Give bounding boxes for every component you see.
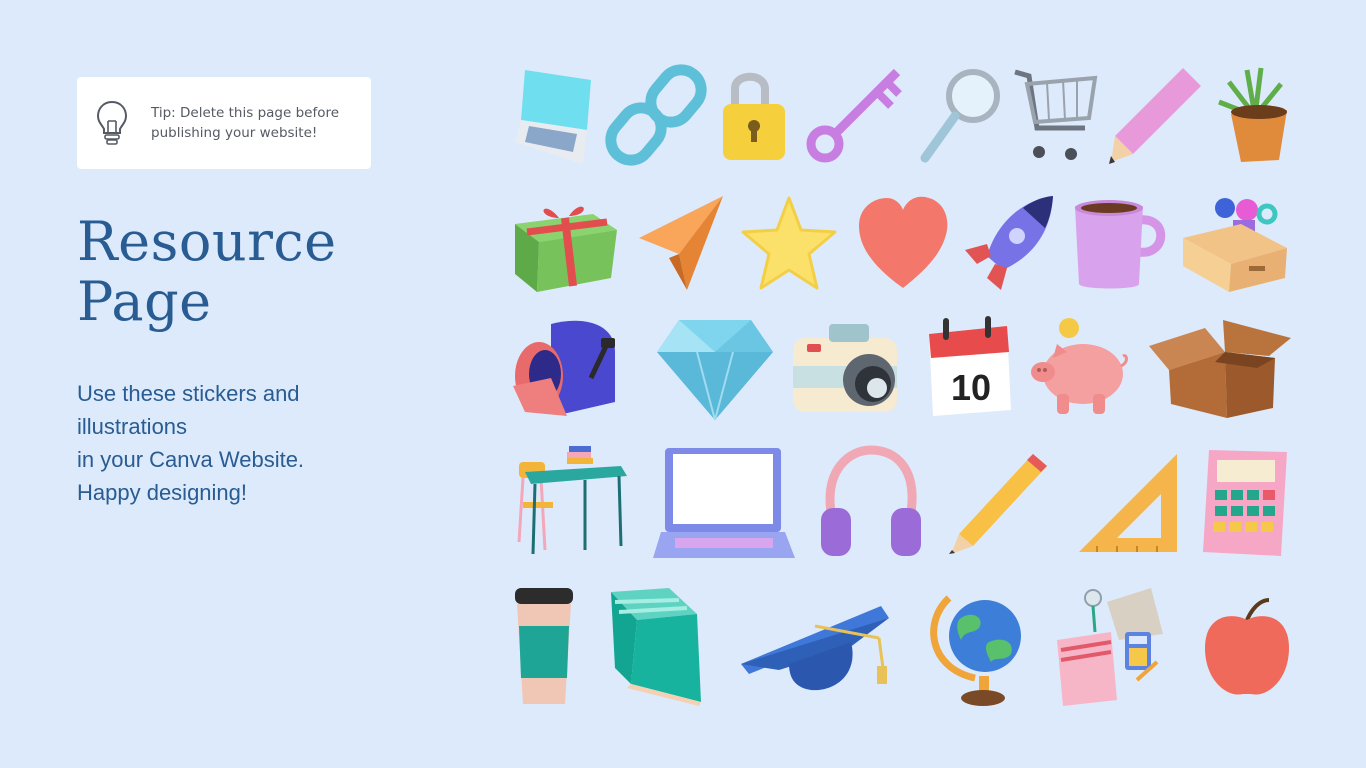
heart-icon[interactable]	[857, 196, 949, 292]
laptop-icon[interactable]	[513, 68, 593, 164]
laptop-open-icon[interactable]	[653, 446, 795, 558]
mailbox-icon[interactable]	[511, 316, 619, 420]
headphones-icon[interactable]	[819, 445, 923, 558]
tip-line-2: publishing your website!	[151, 125, 318, 141]
chain-link-icon[interactable]	[605, 64, 707, 166]
shopping-cart-icon[interactable]	[1013, 66, 1098, 162]
star-icon[interactable]	[741, 196, 837, 292]
magnifying-glass-icon[interactable]	[919, 66, 1001, 163]
potted-plant-icon[interactable]	[1217, 66, 1293, 164]
tip-line-1: Tip: Delete this page before	[151, 105, 340, 121]
set-square-ruler-icon[interactable]	[1077, 452, 1179, 554]
open-box-with-shapes-icon[interactable]	[1181, 196, 1289, 292]
globe-icon[interactable]	[929, 588, 1025, 706]
mug-icon[interactable]	[1073, 196, 1166, 292]
pencil-icon-yellow[interactable]	[949, 452, 1049, 554]
key-icon[interactable]	[805, 66, 905, 166]
calendar-day: 10	[951, 367, 991, 408]
page-description: Use these stickers and illustrations in …	[77, 377, 377, 509]
calculator-icon[interactable]	[1201, 448, 1289, 558]
lightbulb-icon	[95, 99, 129, 147]
description-line-3: in your Canva Website.	[77, 447, 305, 472]
description-line-2: illustrations	[77, 414, 188, 439]
page-title: Resource Page	[77, 212, 417, 332]
gift-box-icon[interactable]	[513, 196, 619, 292]
school-desk-icon[interactable]	[511, 446, 629, 558]
cardboard-box-icon[interactable]	[1149, 318, 1291, 418]
diamond-icon[interactable]	[657, 316, 773, 421]
stationery-set-icon[interactable]	[1055, 588, 1165, 706]
tip-card: Tip: Delete this page before publishing …	[77, 77, 371, 169]
sticker-grid: 10	[505, 58, 1305, 718]
apple-icon[interactable]	[1203, 598, 1291, 698]
description-line-4: Happy designing!	[77, 480, 248, 505]
description-line-1: Use these stickers and	[77, 381, 300, 406]
piggy-bank-icon[interactable]	[1029, 318, 1129, 418]
padlock-icon[interactable]	[717, 66, 791, 162]
title-line-1: Resource	[77, 210, 337, 273]
tip-text: Tip: Delete this page before publishing …	[151, 103, 361, 143]
book-icon[interactable]	[609, 588, 703, 706]
title-line-2: Page	[77, 270, 212, 333]
coffee-cup-icon[interactable]	[513, 586, 575, 708]
paper-plane-icon[interactable]	[639, 196, 723, 290]
camera-icon[interactable]	[791, 318, 905, 418]
calendar-icon[interactable]: 10	[925, 316, 1013, 418]
rocket-icon[interactable]	[963, 194, 1057, 290]
graduation-cap-icon[interactable]	[739, 602, 891, 700]
pencil-icon-pink[interactable]	[1109, 66, 1203, 164]
